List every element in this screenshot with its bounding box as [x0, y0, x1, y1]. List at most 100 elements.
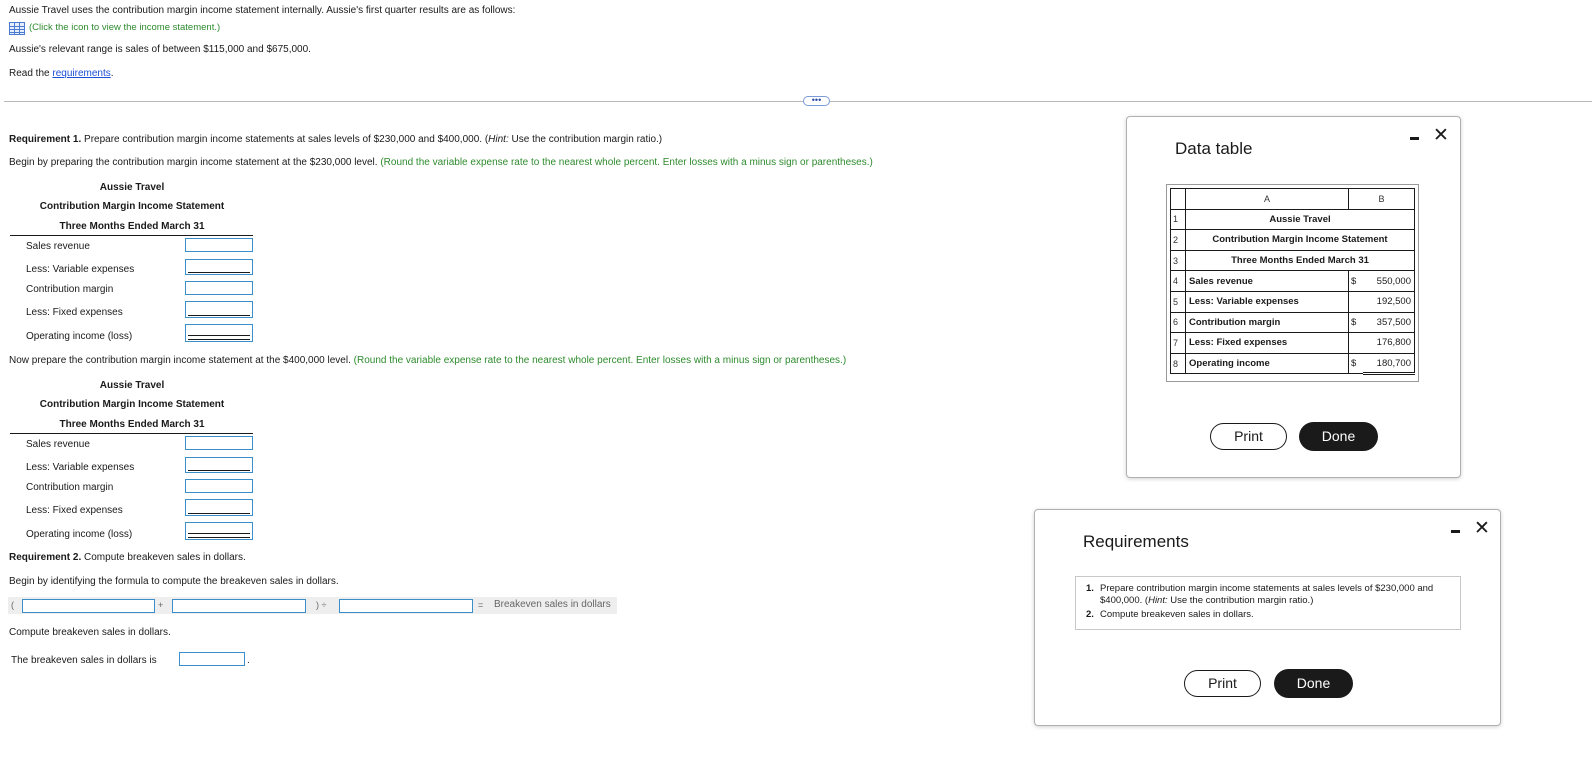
- read-requirements-line: Read the requirements.: [9, 68, 114, 79]
- table-cell: Three Months Ended March 31: [1185, 249, 1415, 272]
- data-table: A B 1 Aussie Travel 2 Contribution Margi…: [1166, 184, 1419, 382]
- close-icon[interactable]: ✕: [1474, 519, 1490, 538]
- stmt2-operating-income-input[interactable]: [185, 522, 253, 540]
- table-cell: Contribution Margin Income Statement: [1185, 229, 1415, 251]
- formula-equals: =: [478, 600, 484, 610]
- spreadsheet-icon[interactable]: [9, 22, 25, 35]
- stmt2-row-label: Less: Variable expenses: [26, 462, 135, 473]
- table-cell: Contribution margin: [1185, 311, 1349, 334]
- column-header: A: [1185, 188, 1349, 210]
- formula-result-label: Breakeven sales in dollars: [494, 599, 611, 610]
- table-row: 1 Aussie Travel: [1170, 208, 1415, 231]
- row-number: 1: [1170, 208, 1186, 231]
- stmt1-row-label: Operating income (loss): [26, 331, 133, 342]
- relevant-range-text: Aussie's relevant range is sales of betw…: [9, 44, 311, 55]
- value-cell: 550,000: [1362, 270, 1415, 292]
- stmt2-fixed-expenses-input[interactable]: [185, 499, 253, 516]
- table-row: 5 Less: Variable expenses 192,500: [1170, 290, 1415, 313]
- list-item-text: Prepare contribution margin income state…: [1100, 583, 1452, 607]
- req-item1-hint: Hint:: [1148, 595, 1168, 606]
- stmt1-sales-revenue-input[interactable]: [185, 238, 253, 252]
- row-number: 6: [1170, 311, 1186, 334]
- table-cell: Less: Variable expenses: [1185, 290, 1349, 313]
- stmt1-variable-expenses-input[interactable]: [185, 259, 253, 275]
- req1-begin-text: Begin by preparing the contribution marg…: [9, 157, 378, 168]
- req2-label: Requirement 2.: [9, 552, 82, 563]
- stmt1-period: Three Months Ended March 31: [59, 221, 205, 232]
- stmt2-variable-expenses-input[interactable]: [185, 457, 253, 473]
- table-row: 6 Contribution margin $ 357,500: [1170, 311, 1415, 334]
- req-item1-text-b: Use the contribution margin ratio.): [1167, 595, 1314, 606]
- table-cell: Aussie Travel: [1185, 208, 1415, 231]
- value-cell: 176,800: [1362, 332, 1415, 354]
- stmt1-operating-income-input[interactable]: [185, 324, 253, 342]
- breakeven-sales-input[interactable]: [179, 652, 245, 666]
- formula-plus: +: [158, 600, 164, 610]
- req1-begin-line: Begin by preparing the contribution marg…: [9, 157, 873, 168]
- stmt2-title: Contribution Margin Income Statement: [39, 399, 225, 410]
- stmt1-fixed-expenses-input[interactable]: [185, 301, 253, 318]
- stmt2-row-label: Less: Fixed expenses: [26, 505, 123, 516]
- stmt2-sales-revenue-input[interactable]: [185, 436, 253, 450]
- formula-input-2[interactable]: [172, 599, 306, 613]
- column-header: B: [1348, 188, 1415, 210]
- stmt2-header-rule: [10, 433, 253, 434]
- currency-cell: [1348, 332, 1363, 354]
- data-table-title: Data table: [1175, 139, 1253, 158]
- table-row: 4 Sales revenue $ 550,000: [1170, 270, 1415, 292]
- corner-cell: [1170, 188, 1186, 210]
- list-item: 1. Prepare contribution margin income st…: [1086, 583, 1452, 607]
- req2-heading: Requirement 2. Compute breakeven sales i…: [9, 552, 246, 563]
- stmt2-row-label: Sales revenue: [26, 439, 90, 450]
- table-cell: Operating income: [1185, 352, 1349, 375]
- formula-input-3[interactable]: [339, 599, 473, 613]
- more-options-button[interactable]: •••: [803, 96, 830, 106]
- req1-hint: Hint:: [488, 134, 509, 145]
- list-item: 2. Compute breakeven sales in dollars.: [1086, 609, 1452, 621]
- requirements-title: Requirements: [1083, 532, 1189, 551]
- minimize-icon[interactable]: [1451, 530, 1460, 533]
- stmt2-row-label: Contribution margin: [26, 482, 114, 493]
- table-cell: Less: Fixed expenses: [1185, 332, 1349, 354]
- currency-cell: [1348, 290, 1363, 313]
- table-cell: Sales revenue: [1185, 270, 1349, 292]
- close-icon[interactable]: ✕: [1433, 126, 1449, 145]
- req2-text: Compute breakeven sales in dollars.: [81, 552, 246, 563]
- data-done-button[interactable]: Done: [1299, 422, 1378, 451]
- req1-now-note: (Round the variable expense rate to the …: [350, 355, 847, 366]
- stmt2-row-label: Operating income (loss): [26, 529, 133, 540]
- requirements-print-button[interactable]: Print: [1184, 670, 1261, 697]
- data-print-button[interactable]: Print: [1210, 423, 1287, 450]
- stmt1-row-label: Sales revenue: [26, 241, 90, 252]
- list-item-text: Compute breakeven sales in dollars.: [1100, 609, 1254, 620]
- row-number: 7: [1170, 332, 1186, 354]
- req1-heading: Requirement 1. Prepare contribution marg…: [9, 134, 662, 145]
- formula-input-1[interactable]: [22, 599, 155, 613]
- req1-begin-note: (Round the variable expense rate to the …: [377, 157, 873, 168]
- stmt1-title: Contribution Margin Income Statement: [39, 201, 225, 212]
- value-cell: 192,500: [1362, 290, 1415, 313]
- stmt1-row-label: Contribution margin: [26, 284, 114, 295]
- intro-text: Aussie Travel uses the contribution marg…: [9, 5, 516, 16]
- stmt1-contribution-margin-input[interactable]: [185, 281, 253, 295]
- requirements-done-button[interactable]: Done: [1274, 669, 1353, 698]
- read-prefix: Read the: [9, 68, 53, 79]
- read-suffix: .: [110, 68, 114, 79]
- stmt1-company: Aussie Travel: [99, 182, 165, 193]
- formula-open-paren: (: [11, 600, 14, 610]
- requirements-link[interactable]: requirements: [52, 68, 110, 79]
- req2-compute-text: Compute breakeven sales in dollars.: [9, 627, 171, 638]
- list-item-number: 2.: [1086, 609, 1094, 620]
- stmt2-company: Aussie Travel: [99, 380, 165, 391]
- req1-now-text: Now prepare the contribution margin inco…: [9, 355, 351, 366]
- stmt2-contribution-margin-input[interactable]: [185, 479, 253, 493]
- row-number: 5: [1170, 290, 1186, 313]
- stmt1-row-label: Less: Variable expenses: [26, 264, 135, 275]
- list-item-number: 1.: [1086, 583, 1094, 594]
- stmt2-period: Three Months Ended March 31: [59, 419, 205, 430]
- value-cell: 357,500: [1362, 311, 1415, 334]
- row-number: 8: [1170, 352, 1186, 375]
- req1-text-b: Use the contribution margin ratio.): [508, 134, 663, 145]
- minimize-icon[interactable]: [1410, 137, 1419, 140]
- row-number: 4: [1170, 270, 1186, 292]
